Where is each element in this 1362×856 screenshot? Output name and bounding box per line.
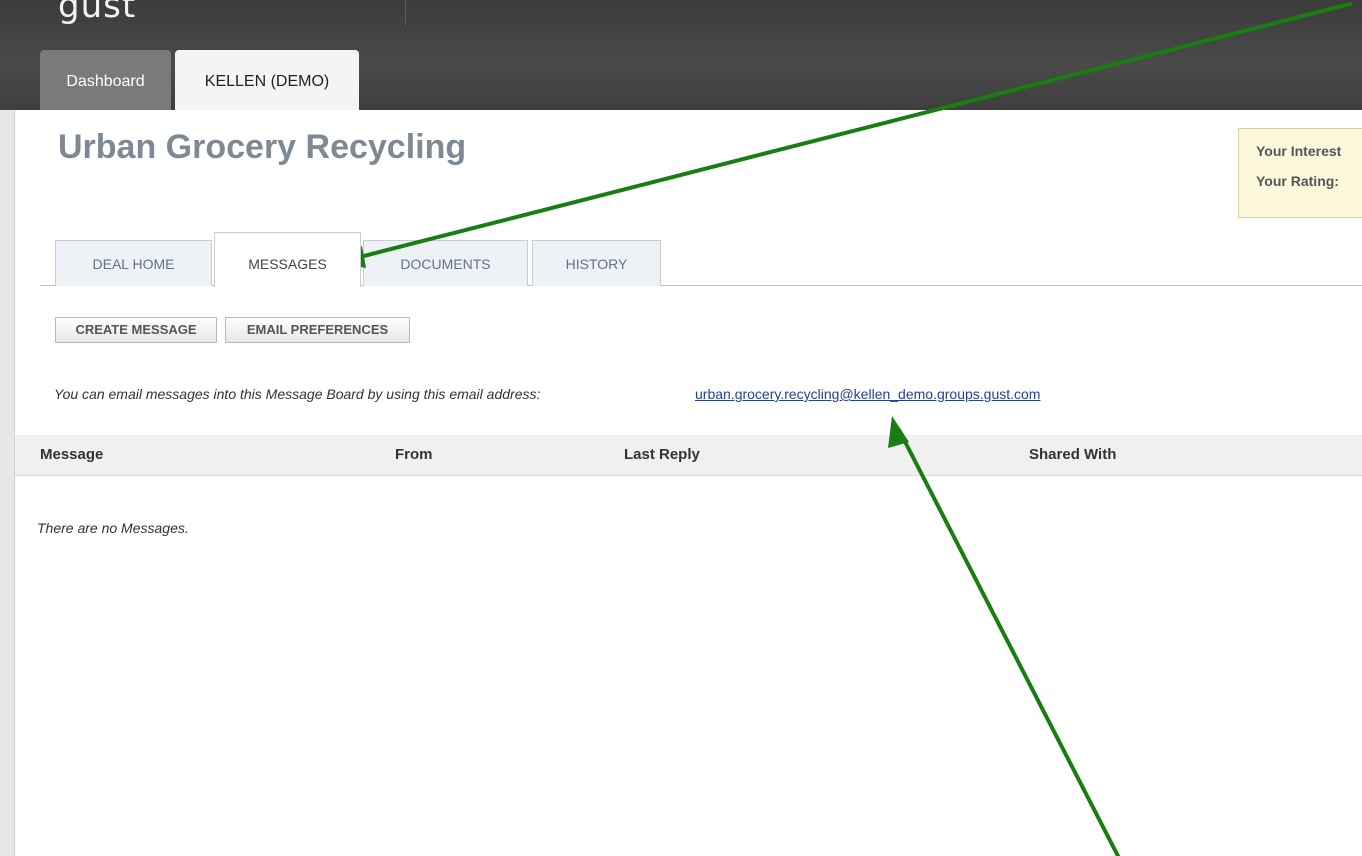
column-last-reply[interactable]: Last Reply: [624, 435, 700, 475]
page-title: Urban Grocery Recycling: [58, 128, 467, 166]
create-message-button[interactable]: CREATE MESSAGE: [55, 317, 217, 343]
left-rail-border: [14, 110, 15, 856]
tab-messages[interactable]: MESSAGES: [214, 232, 361, 287]
tab-history[interactable]: HISTORY: [532, 240, 661, 286]
tab-deal-home[interactable]: DEAL HOME: [55, 240, 212, 286]
message-board-email-link[interactable]: urban.grocery.recycling@kellen_demo.grou…: [695, 386, 1040, 402]
rating-label[interactable]: Your Rating:: [1256, 171, 1362, 201]
tab-dashboard[interactable]: Dashboard: [40, 50, 171, 110]
email-preferences-button[interactable]: EMAIL PREFERENCES: [225, 317, 410, 343]
empty-messages-text: There are no Messages.: [37, 520, 189, 536]
top-header: gust Dashboard KELLEN (DEMO): [0, 0, 1362, 110]
email-instructions: You can email messages into this Message…: [54, 386, 541, 402]
header-divider: [405, 0, 406, 26]
tab-documents[interactable]: DOCUMENTS: [363, 240, 528, 286]
messages-table-header: Message From Last Reply Shared With: [15, 435, 1362, 476]
column-shared-with[interactable]: Shared With: [1029, 435, 1116, 475]
arrow-to-email-link: [888, 416, 1120, 856]
interest-rating-box: Your Interest Your Rating:: [1238, 128, 1362, 218]
column-message[interactable]: Message: [40, 435, 103, 475]
interest-label: Your Interest: [1256, 143, 1342, 159]
left-rail: [0, 110, 14, 856]
tab-kellen-demo[interactable]: KELLEN (DEMO): [175, 50, 359, 110]
column-from[interactable]: From: [395, 435, 433, 475]
gust-logo[interactable]: gust: [58, 0, 136, 26]
deal-tabs: DEAL HOME MESSAGES DOCUMENTS HISTORY: [40, 232, 1362, 287]
